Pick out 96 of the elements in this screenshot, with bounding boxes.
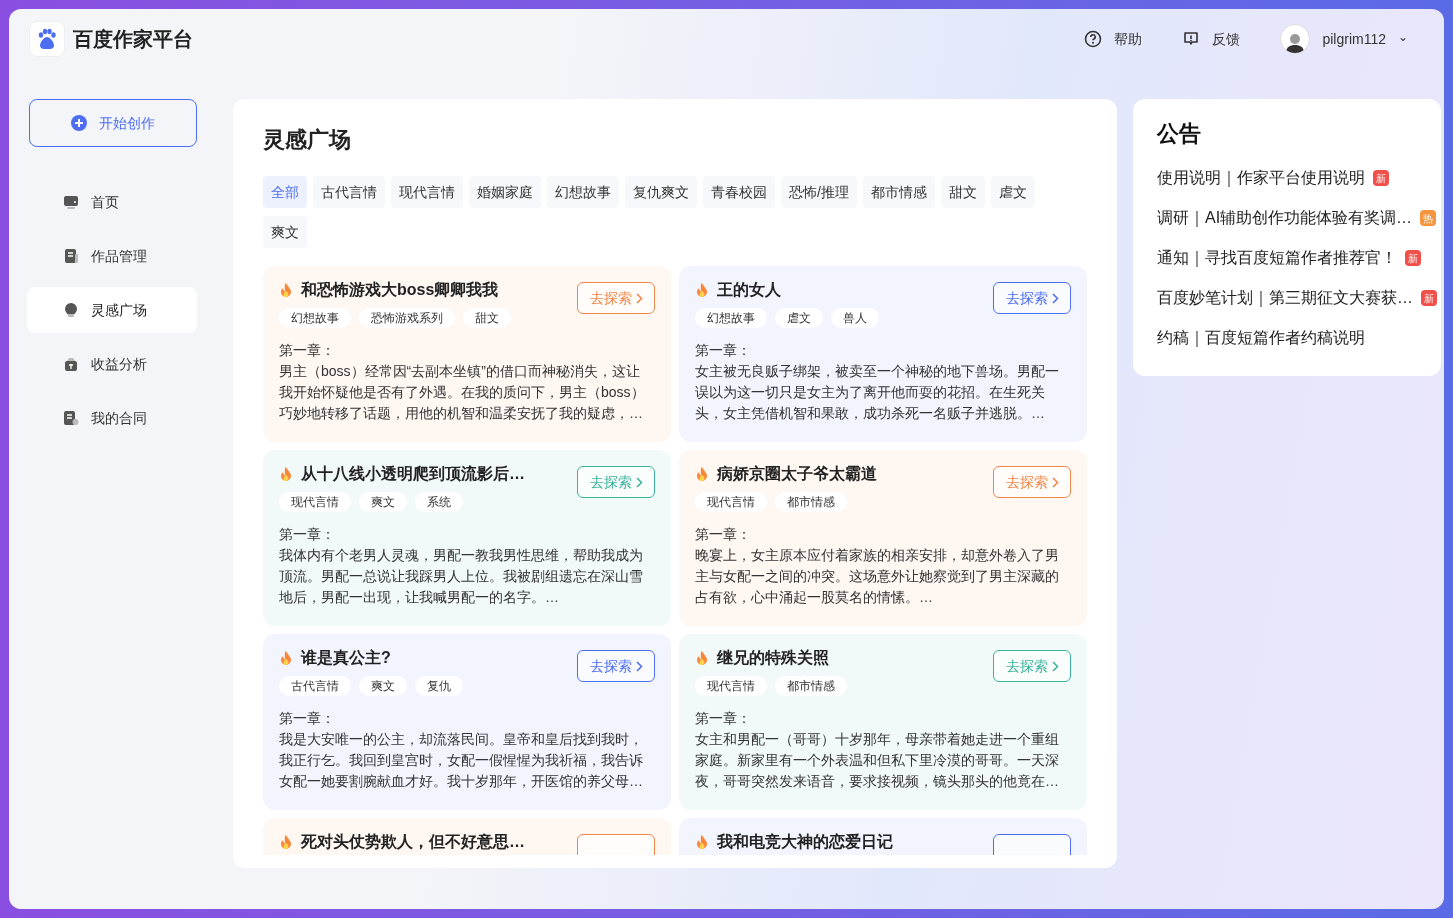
flame-icon	[695, 282, 709, 298]
help-icon	[1084, 30, 1103, 48]
caret-icon[interactable]: ⌄	[1398, 28, 1408, 46]
chevron-right-icon	[1051, 292, 1059, 304]
notice-badge: 新	[1405, 250, 1421, 266]
page-title: 灵感广场	[263, 126, 352, 154]
chevron-right-icon	[635, 292, 643, 304]
tag: 幻想故事	[279, 308, 351, 328]
tag: 恐怖游戏系列	[359, 308, 455, 328]
tag: 都市情感	[775, 492, 847, 512]
flame-icon	[279, 282, 293, 298]
excerpt-text: 晚宴上，女主原本应付着家族的相亲安排，却意外卷入了男主与女配一之间的冲突。这场意外让她察觉到了男主深藏的占有欲，心中涌起一股莫名的情愫。…	[695, 546, 1060, 607]
monitor-icon	[63, 194, 79, 210]
logo-icon	[29, 21, 65, 57]
chapter-label: 第一章：	[279, 341, 336, 360]
notice-badge: 新	[1373, 170, 1389, 186]
excerpt-text: 女主和男配一（哥哥）十岁那年，母亲带着她走进一个重组家庭。新家里有一个外表温和但私下里冷漠的哥哥。一天深夜，哥哥突然发来语音，要求接视频，镜头那头的他竟在…	[695, 730, 1060, 791]
excerpt-text: 我是大安唯一的公主，却流落民间。皇帝和皇后找到我时，我正行乞。我回到皇宫时，女配一假惺惺为我祈福，我告诉女配一她要割腕献血才好。我十岁那年，开医馆的养父母…	[279, 730, 644, 791]
tag: 现代言情	[695, 676, 767, 696]
tag: 复仇	[415, 676, 463, 696]
notice-link[interactable]: 调研｜AI辅助创作功能体验有奖调…	[1157, 206, 1413, 230]
user-name[interactable]: pilgrim112	[1322, 28, 1386, 50]
filter-tab[interactable]: 虐文	[990, 176, 1035, 208]
bulb-icon	[63, 302, 79, 318]
chevron-right-icon	[635, 476, 643, 488]
tag: 古代言情	[279, 676, 351, 696]
wallet-icon	[63, 356, 79, 372]
tag: 虐文	[775, 308, 823, 328]
tag: 兽人	[831, 308, 879, 328]
card-title: 病娇京圈太子爷太霸道	[717, 464, 877, 484]
feedback-icon	[1182, 30, 1201, 48]
filter-tab[interactable]: 现代言情	[391, 176, 463, 208]
flame-icon	[695, 834, 709, 850]
sidebar-item[interactable]: 首页	[27, 179, 197, 225]
excerpt-text: 我体内有个老男人灵魂，男配一教我男性思维，帮助我成为顶流。男配一总说让我踩男人上位。我被剧组遗忘在深山雪地后，男配一出现，让我喊男配一的名字。…	[279, 546, 644, 607]
tag: 现代言情	[279, 492, 351, 512]
filter-tab[interactable]: 恐怖/推理	[781, 176, 857, 208]
filter-tab[interactable]: 甜文	[940, 176, 985, 208]
tag: 系统	[415, 492, 463, 512]
tag: 幻想故事	[695, 308, 767, 328]
plus-circle-icon	[71, 115, 87, 131]
notice-link[interactable]: 百度妙笔计划｜第三期征文大赛获…	[1157, 286, 1413, 310]
filter-tab[interactable]: 都市情感	[862, 176, 935, 208]
sidebar-item[interactable]: 灵感广场	[27, 287, 197, 333]
start-creating-button[interactable]: 开始创作	[29, 99, 197, 147]
sidebar-item[interactable]: 作品管理	[27, 233, 197, 279]
filter-tab[interactable]: 婚姻家庭	[469, 176, 541, 208]
chapter-label: 第一章：	[279, 709, 336, 728]
flame-icon	[279, 834, 293, 850]
tag: 爽文	[359, 676, 407, 696]
document-icon	[63, 248, 79, 264]
filter-tab[interactable]: 复仇爽文	[625, 176, 697, 208]
chapter-label: 第一章：	[695, 341, 752, 360]
explore-button[interactable]: 去探索	[577, 650, 655, 682]
tag: 甜文	[463, 308, 511, 328]
tag: 爽文	[359, 492, 407, 512]
card-title: 从十八线小透明爬到顶流影后…	[301, 464, 525, 484]
notice-badge: 热	[1420, 210, 1437, 226]
excerpt-text: 女主被无良贩子绑架，被卖至一个神秘的地下兽场。男配一误以为这一切只是女主为了离开他而耍的花招。在生死关头，女主凭借机智和果敢，成功杀死一名贩子并逃脱。…	[695, 362, 1060, 423]
filter-tab[interactable]: 全部	[263, 176, 307, 208]
chapter-label: 第一章：	[695, 525, 752, 544]
card-title: 我和电竞大神的恋爱日记	[717, 832, 893, 852]
avatar[interactable]	[1280, 24, 1311, 54]
flame-icon	[279, 650, 293, 666]
chevron-right-icon	[1051, 660, 1059, 672]
card-title: 王的女人	[717, 280, 781, 300]
filter-tab[interactable]: 爽文	[263, 216, 307, 248]
logo-text: 百度作家平台	[73, 27, 193, 52]
card-title: 继兄的特殊关照	[717, 648, 829, 668]
card-title: 和恐怖游戏大boss卿卿我我	[301, 280, 499, 300]
chevron-right-icon	[1051, 476, 1059, 488]
panel-title: 公告	[1157, 120, 1202, 148]
chapter-label: 第一章：	[695, 709, 752, 728]
help-link[interactable]: 帮助	[1114, 28, 1143, 50]
sidebar-item[interactable]: 我的合同	[27, 395, 197, 441]
notice-badge: 新	[1421, 290, 1437, 306]
explore-button[interactable]: 去探索	[993, 282, 1071, 314]
flame-icon	[279, 466, 293, 482]
feedback-link[interactable]: 反馈	[1212, 28, 1241, 50]
filter-tab[interactable]: 青春校园	[703, 176, 775, 208]
contract-icon	[63, 410, 79, 426]
chapter-label: 第一章：	[279, 525, 336, 544]
chevron-right-icon	[635, 660, 643, 672]
notice-link[interactable]: 通知｜寻找百度短篇作者推荐官！	[1157, 246, 1397, 270]
tag: 现代言情	[695, 492, 767, 512]
card-title: 谁是真公主?	[301, 648, 391, 668]
card-title: 死对头仗势欺人，但不好意思…	[301, 832, 525, 852]
filter-tab[interactable]: 幻想故事	[547, 176, 619, 208]
flame-icon	[695, 650, 709, 666]
excerpt-text: 男主（boss）经常因“去副本坐镇”的借口而神秘消失，这让我开始怀疑他是否有了外遇。在我的质问下，男主（boss）巧妙地转移了话题，用他的机智和温柔安抚了我的疑虑，…	[279, 362, 646, 423]
tag: 都市情感	[775, 676, 847, 696]
sidebar-item[interactable]: 收益分析	[27, 341, 197, 387]
notice-link[interactable]: 使用说明｜作家平台使用说明	[1157, 166, 1365, 190]
filter-tab[interactable]: 古代言情	[313, 176, 385, 208]
flame-icon	[695, 466, 709, 482]
notice-link[interactable]: 约稿｜百度短篇作者约稿说明	[1157, 326, 1365, 350]
